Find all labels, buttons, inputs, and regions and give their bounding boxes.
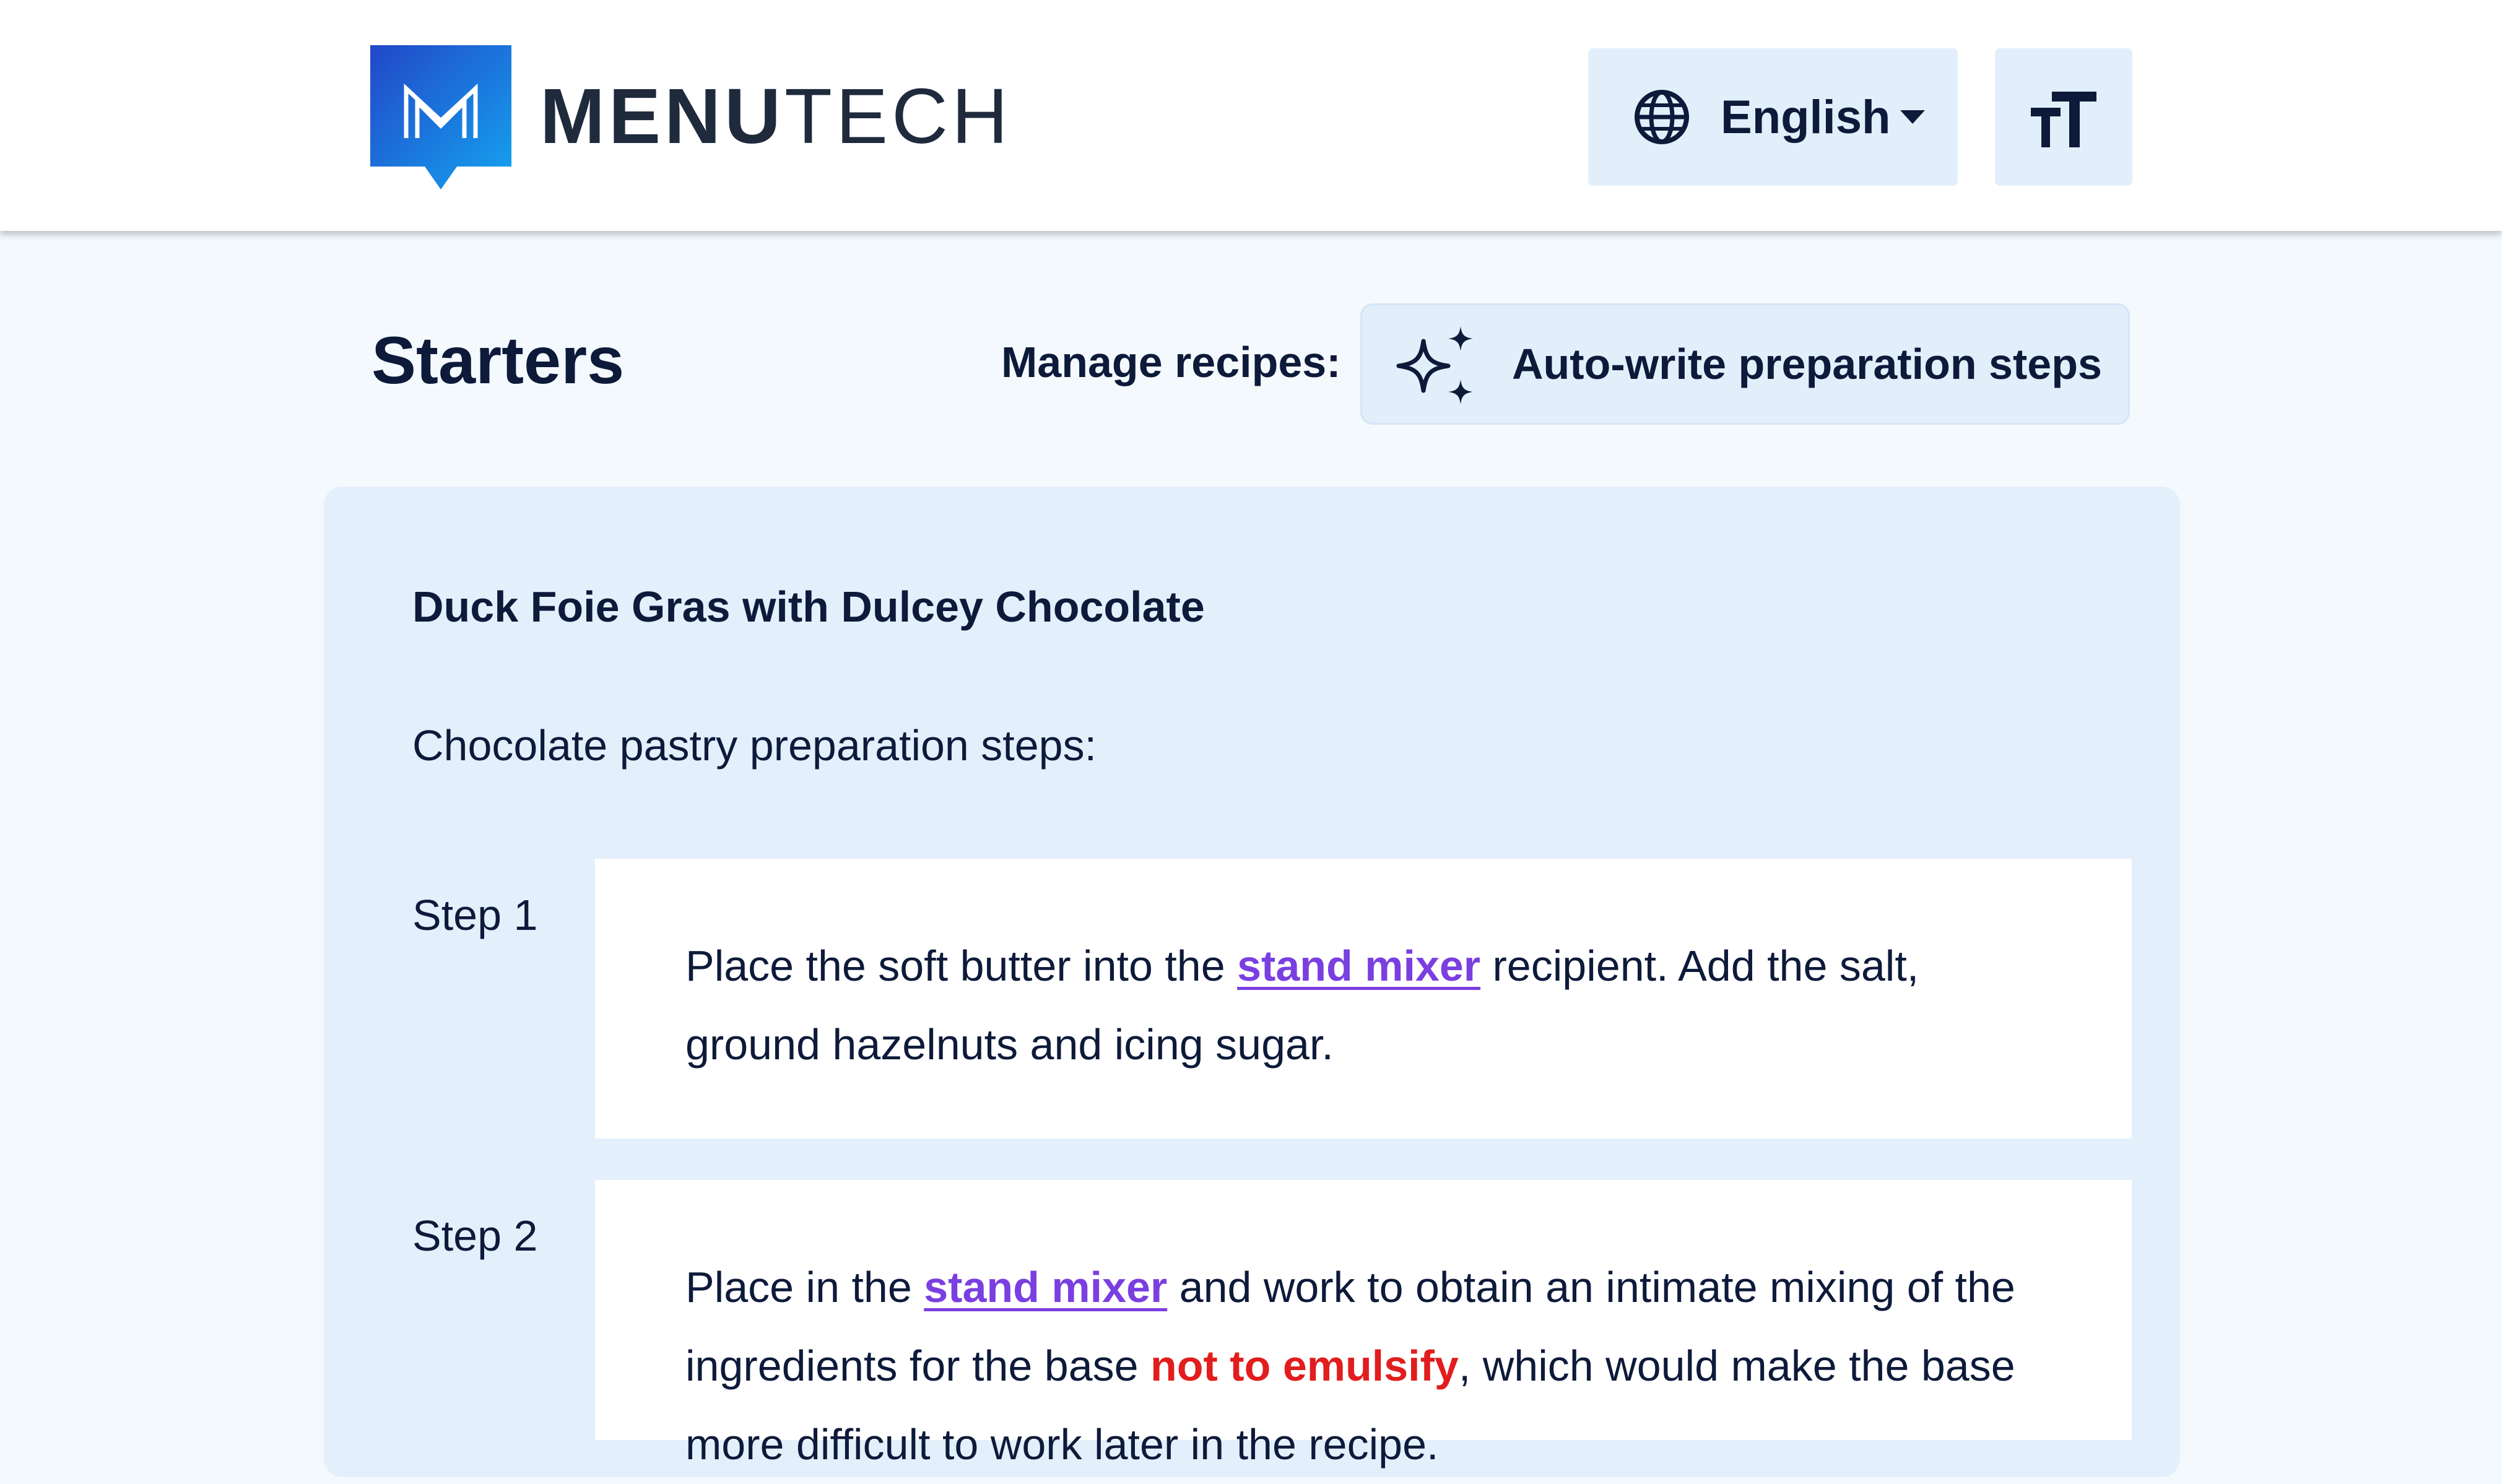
brand-name-light: TECH — [784, 72, 1012, 160]
step-1-stand-mixer-link[interactable]: stand mixer — [1237, 942, 1480, 990]
globe-icon — [1635, 90, 1689, 144]
preparation-section-label: Chocolate pastry preparation steps: — [412, 721, 1097, 770]
text-size-button[interactable] — [1995, 48, 2132, 186]
top-header: MENUTECH English — [0, 0, 2502, 231]
recipe-title: Duck Foie Gras with Dulcey Chocolate — [412, 583, 1205, 631]
sparkles-icon — [1396, 326, 1473, 404]
step-2-text-start: Place in the — [685, 1263, 924, 1311]
step-2-warning: not to emulsify — [1150, 1342, 1459, 1390]
page-title: Starters — [371, 323, 625, 397]
language-selector[interactable]: English — [1588, 48, 1958, 186]
step-1-text: Place the soft butter into the stand mix… — [685, 927, 2060, 1084]
step-2-box[interactable]: Place in the stand mixer and work to obt… — [595, 1180, 2132, 1469]
step-2-label: Step 2 — [412, 1212, 538, 1260]
step-2-stand-mixer-link[interactable]: stand mixer — [924, 1263, 1167, 1311]
brand-name-bold: MENU — [540, 72, 784, 160]
text-size-icon — [2031, 92, 2096, 147]
auto-write-steps-button[interactable]: Auto-write preparation steps — [1360, 303, 2130, 425]
step-1-label: Step 1 — [412, 891, 538, 939]
step-2-text: Place in the stand mixer and work to obt… — [685, 1248, 2060, 1484]
menutech-logo-icon[interactable] — [370, 45, 511, 189]
brand-name: MENUTECH — [540, 73, 1012, 160]
language-value: English — [1721, 91, 1891, 144]
step-1-text-start: Place the soft butter into the — [685, 942, 1238, 990]
step-1-box[interactable]: Place the soft butter into the stand mix… — [595, 859, 2132, 1139]
manage-recipes-label: Manage recipes: — [1001, 338, 1341, 386]
caret-down-icon — [1900, 110, 1925, 124]
auto-write-steps-label: Auto-write preparation steps — [1512, 340, 2102, 388]
